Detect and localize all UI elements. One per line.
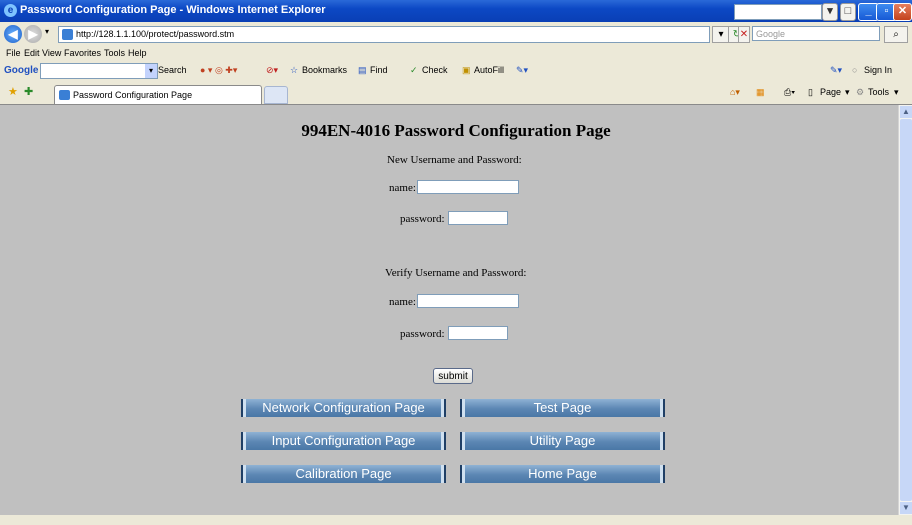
tools-menu[interactable]: Tools <box>868 87 889 97</box>
popup-blocker-icon[interactable]: ⊘▾ <box>266 65 278 76</box>
utility-page-button[interactable]: Utility Page <box>460 432 665 450</box>
check-menu[interactable]: Check <box>422 65 448 75</box>
new-name-input[interactable] <box>417 180 519 194</box>
bookmarks-menu[interactable]: Bookmarks <box>302 65 347 75</box>
star-icon: ☆ <box>290 65 299 75</box>
autofill-icon: ▣ <box>462 65 471 75</box>
verify-password-input[interactable] <box>448 326 508 340</box>
close-button[interactable]: ✕ <box>893 3 912 21</box>
window-title: Password Configuration Page - Windows In… <box>20 4 326 16</box>
toolbar-tools-icons[interactable]: ● ▾ ◎ ✚▾ <box>200 65 237 76</box>
wrench-icon[interactable]: ✎▾ <box>516 65 528 76</box>
menu-help[interactable]: Help <box>128 48 147 58</box>
search-input[interactable]: Google <box>752 26 880 41</box>
new-tab-button[interactable] <box>264 86 288 104</box>
autofill-menu[interactable]: AutoFill <box>474 65 504 75</box>
test-page-button[interactable]: Test Page <box>460 399 665 417</box>
vertical-scrollbar[interactable]: ▲ ▼ <box>898 105 912 515</box>
verify-password-label: password: <box>400 328 445 340</box>
new-password-label: password: <box>400 213 445 225</box>
titlebar-search-box[interactable] <box>734 4 822 20</box>
print-icon[interactable]: ⎙▾ <box>784 87 795 98</box>
new-name-label: name: <box>389 182 416 194</box>
settings-icon[interactable]: ✎▾ <box>830 65 842 76</box>
find-menu[interactable]: Find <box>370 65 388 75</box>
dropdown-arrow-icon[interactable]: ▾ <box>822 3 838 21</box>
menu-file[interactable]: File <box>6 48 21 58</box>
tab-password-configuration[interactable]: Password Configuration Page <box>54 85 262 104</box>
input-configuration-button[interactable]: Input Configuration Page <box>241 432 446 450</box>
page-tab-icon <box>59 90 70 100</box>
menu-edit[interactable]: Edit <box>24 48 40 58</box>
home-icon[interactable]: ⌂▾ <box>730 87 740 98</box>
verify-name-label: name: <box>389 296 416 308</box>
favorites-star-icon[interactable]: ★ <box>8 85 18 98</box>
stop-icon[interactable]: ✕ <box>738 26 750 43</box>
scroll-down-icon[interactable]: ▼ <box>900 502 912 514</box>
google-toolbar: Google ▾ Search ● ▾ ◎ ✚▾ ⊘▾ ☆ Bookmarks … <box>0 60 912 83</box>
verify-credentials-heading: Verify Username and Password: <box>385 267 527 279</box>
spellcheck-icon: ✓ <box>410 65 418 75</box>
back-arrow-icon[interactable]: ◀ <box>4 25 22 43</box>
page-content <box>0 105 898 515</box>
page-icon-menu: ▯ <box>808 87 813 97</box>
home-page-button[interactable]: Home Page <box>460 465 665 483</box>
page-icon <box>62 29 73 40</box>
tab-title: Password Configuration Page <box>73 90 193 100</box>
verify-name-input[interactable] <box>417 294 519 308</box>
page-menu[interactable]: Page <box>820 87 841 97</box>
tab-bar: ★ ✚ Password Configuration Page ⌂▾ ▦ ⎙▾ … <box>0 82 912 105</box>
menu-bar: File Edit View Favorites Tools Help <box>0 46 912 60</box>
page-menu-arrow-icon[interactable]: ▾ <box>845 87 850 98</box>
history-dropdown-icon[interactable]: ▾ <box>45 27 49 36</box>
calibration-page-button[interactable]: Calibration Page <box>241 465 446 483</box>
google-logo: Google <box>4 65 39 76</box>
menu-favorites[interactable]: Favorites <box>64 48 101 58</box>
add-favorites-icon[interactable]: ✚ <box>24 85 33 98</box>
restore-small-icon[interactable]: □ <box>840 3 856 21</box>
forward-arrow-icon[interactable]: ▶ <box>24 25 42 43</box>
url-field[interactable]: http://128.1.1.100/protect/password.stm <box>58 26 710 43</box>
google-search-button[interactable]: Search <box>158 65 187 75</box>
sign-in-link[interactable]: Sign In <box>864 65 892 75</box>
new-credentials-heading: New Username and Password: <box>387 154 522 166</box>
new-password-input[interactable] <box>448 211 508 225</box>
submit-button[interactable]: submit <box>433 368 473 384</box>
tools-menu-arrow-icon[interactable]: ▾ <box>894 87 899 98</box>
url-text: http://128.1.1.100/protect/password.stm <box>76 29 235 39</box>
address-bar: ◀ ▶ ▾ http://128.1.1.100/protect/passwor… <box>0 22 912 47</box>
user-circle-icon: ○ <box>852 65 858 75</box>
tools-gear-icon: ⚙ <box>856 87 865 97</box>
menu-tools[interactable]: Tools <box>104 48 125 58</box>
find-icon: ▤ <box>358 65 367 75</box>
ie-logo-icon: e <box>4 4 17 17</box>
network-configuration-button[interactable]: Network Configuration Page <box>241 399 446 417</box>
page-title: 994EN-4016 Password Configuration Page <box>301 121 611 140</box>
scrollbar-thumb[interactable] <box>900 119 912 501</box>
feeds-icon[interactable]: ▦ <box>756 87 765 98</box>
menu-view[interactable]: View <box>42 48 61 58</box>
window-titlebar: e Password Configuration Page - Windows … <box>0 0 912 22</box>
google-search-input[interactable]: ▾ <box>40 63 158 79</box>
status-bar <box>0 515 912 525</box>
search-icon[interactable]: ⌕ <box>884 26 908 43</box>
scroll-up-icon[interactable]: ▲ <box>900 106 912 118</box>
